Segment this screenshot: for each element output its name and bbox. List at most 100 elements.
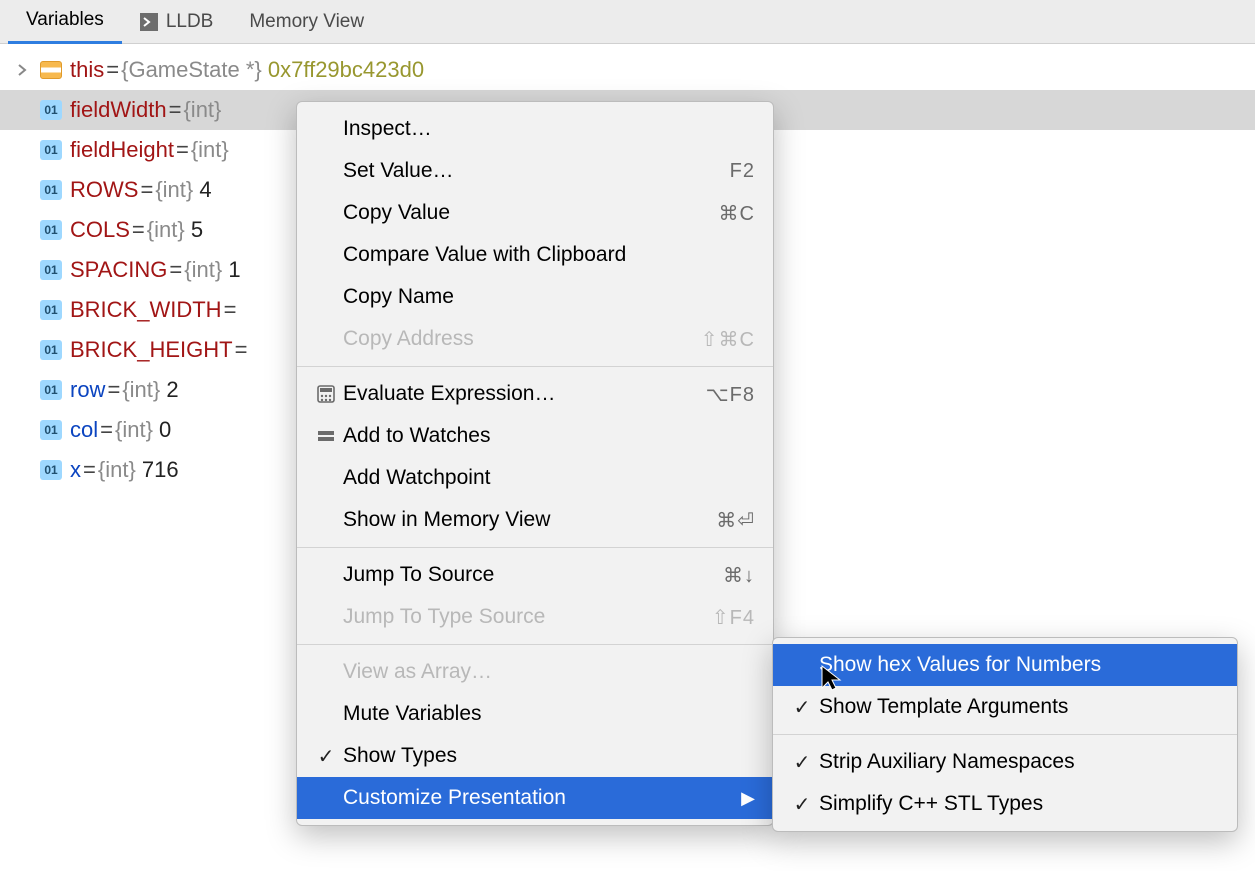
check-icon: ✓ (785, 695, 819, 720)
menu-copy-name[interactable]: Copy Name (297, 276, 773, 318)
equals: = (233, 337, 250, 363)
equals: = (174, 137, 191, 163)
menu-separator (297, 547, 773, 548)
expand-icon[interactable] (10, 64, 34, 76)
menu-shortcut: ⇧F4 (712, 605, 755, 630)
menu-inspect[interactable]: Inspect… (297, 108, 773, 150)
int-badge-icon: 01 (40, 300, 62, 320)
menu-shortcut: ⌘C (719, 201, 755, 226)
check-icon: ✓ (309, 744, 343, 769)
submenu-simplify-stl[interactable]: ✓ Simplify C++ STL Types (773, 783, 1237, 825)
int-badge-icon: 01 (40, 380, 62, 400)
int-badge-icon: 01 (40, 260, 62, 280)
var-type: {int} (98, 457, 136, 483)
int-badge-icon: 01 (40, 140, 62, 160)
int-badge-icon: 01 (40, 420, 62, 440)
var-value: 0x7ff29bc423d0 (268, 57, 424, 83)
var-name: BRICK_HEIGHT (70, 337, 233, 363)
equals: = (167, 257, 184, 283)
menu-shortcut: ⌘⏎ (716, 508, 755, 533)
menu-label: Copy Address (343, 327, 701, 351)
equals: = (138, 177, 155, 203)
menu-separator (297, 366, 773, 367)
var-value: 1 (228, 257, 240, 283)
calculator-icon (309, 384, 343, 404)
menu-add-watchpoint[interactable]: Add Watchpoint (297, 457, 773, 499)
submenu-arrow-icon: ▶ (731, 788, 755, 809)
var-value: 0 (159, 417, 171, 443)
equals: = (81, 457, 98, 483)
int-badge-icon: 01 (40, 460, 62, 480)
int-badge-icon: 01 (40, 220, 62, 240)
var-name: this (70, 57, 104, 83)
var-name: SPACING (70, 257, 167, 283)
var-type: {int} (155, 177, 193, 203)
menu-copy-address: Copy Address ⇧⌘C (297, 318, 773, 360)
int-badge-icon: 01 (40, 100, 62, 120)
menu-label: Set Value… (343, 159, 730, 183)
var-name: fieldWidth (70, 97, 167, 123)
check-icon: ✓ (785, 750, 819, 775)
menu-label: Compare Value with Clipboard (343, 243, 755, 267)
tab-lldb[interactable]: LLDB (122, 0, 232, 44)
menu-copy-value[interactable]: Copy Value ⌘C (297, 192, 773, 234)
submenu-show-hex[interactable]: Show hex Values for Numbers (773, 644, 1237, 686)
menu-label: Show Template Arguments (819, 695, 1219, 719)
debugger-tabs: Variables LLDB Memory View (0, 0, 1255, 44)
int-badge-icon: 01 (40, 180, 62, 200)
menu-label: View as Array… (343, 660, 755, 684)
var-value: 716 (142, 457, 179, 483)
var-name: fieldHeight (70, 137, 174, 163)
equals: = (98, 417, 115, 443)
var-type: {int} (183, 97, 221, 123)
int-badge-icon: 01 (40, 340, 62, 360)
submenu-show-template-args[interactable]: ✓ Show Template Arguments (773, 686, 1237, 728)
var-name: x (70, 457, 81, 483)
menu-jump-to-source[interactable]: Jump To Source ⌘↓ (297, 554, 773, 596)
menu-label: Copy Value (343, 201, 719, 225)
menu-label: Jump To Source (343, 563, 723, 587)
var-name: col (70, 417, 98, 443)
menu-separator (773, 734, 1237, 735)
var-type: {int} (191, 137, 229, 163)
tab-memory-label: Memory View (249, 11, 364, 33)
tab-variables-label: Variables (26, 9, 104, 31)
tab-lldb-label: LLDB (166, 11, 214, 33)
menu-label: Mute Variables (343, 702, 755, 726)
tab-variables[interactable]: Variables (8, 0, 122, 44)
menu-shortcut: F2 (730, 160, 755, 183)
tab-memory-view[interactable]: Memory View (231, 0, 382, 44)
menu-label: Add Watchpoint (343, 466, 755, 490)
menu-shortcut: ⌥F8 (706, 382, 755, 407)
menu-label: Copy Name (343, 285, 755, 309)
menu-add-to-watches[interactable]: Add to Watches (297, 415, 773, 457)
menu-label: Strip Auxiliary Namespaces (819, 750, 1219, 774)
menu-mute-variables[interactable]: Mute Variables (297, 693, 773, 735)
menu-separator (297, 644, 773, 645)
menu-set-value[interactable]: Set Value… F2 (297, 150, 773, 192)
var-name: COLS (70, 217, 130, 243)
console-icon (140, 13, 158, 31)
menu-label: Show hex Values for Numbers (819, 653, 1219, 677)
menu-label: Jump To Type Source (343, 605, 712, 629)
var-type: {GameState *} (121, 57, 262, 83)
menu-label: Inspect… (343, 117, 755, 141)
menu-shortcut: ⌘↓ (723, 563, 755, 588)
menu-evaluate-expression[interactable]: Evaluate Expression… ⌥F8 (297, 373, 773, 415)
equals: = (104, 57, 121, 83)
menu-show-memory-view[interactable]: Show in Memory View ⌘⏎ (297, 499, 773, 541)
menu-compare-clipboard[interactable]: Compare Value with Clipboard (297, 234, 773, 276)
watches-icon (309, 426, 343, 446)
submenu-strip-aux-namespaces[interactable]: ✓ Strip Auxiliary Namespaces (773, 741, 1237, 783)
var-row-this[interactable]: this = {GameState *} 0x7ff29bc423d0 (0, 50, 1255, 90)
menu-customize-presentation[interactable]: Customize Presentation ▶ (297, 777, 773, 819)
equals: = (130, 217, 147, 243)
menu-view-as-array: View as Array… (297, 651, 773, 693)
var-type: {int} (184, 257, 222, 283)
menu-label: Evaluate Expression… (343, 382, 706, 406)
equals: = (105, 377, 122, 403)
menu-show-types[interactable]: ✓ Show Types (297, 735, 773, 777)
check-icon: ✓ (785, 792, 819, 817)
var-name: ROWS (70, 177, 138, 203)
menu-label: Show in Memory View (343, 508, 716, 532)
